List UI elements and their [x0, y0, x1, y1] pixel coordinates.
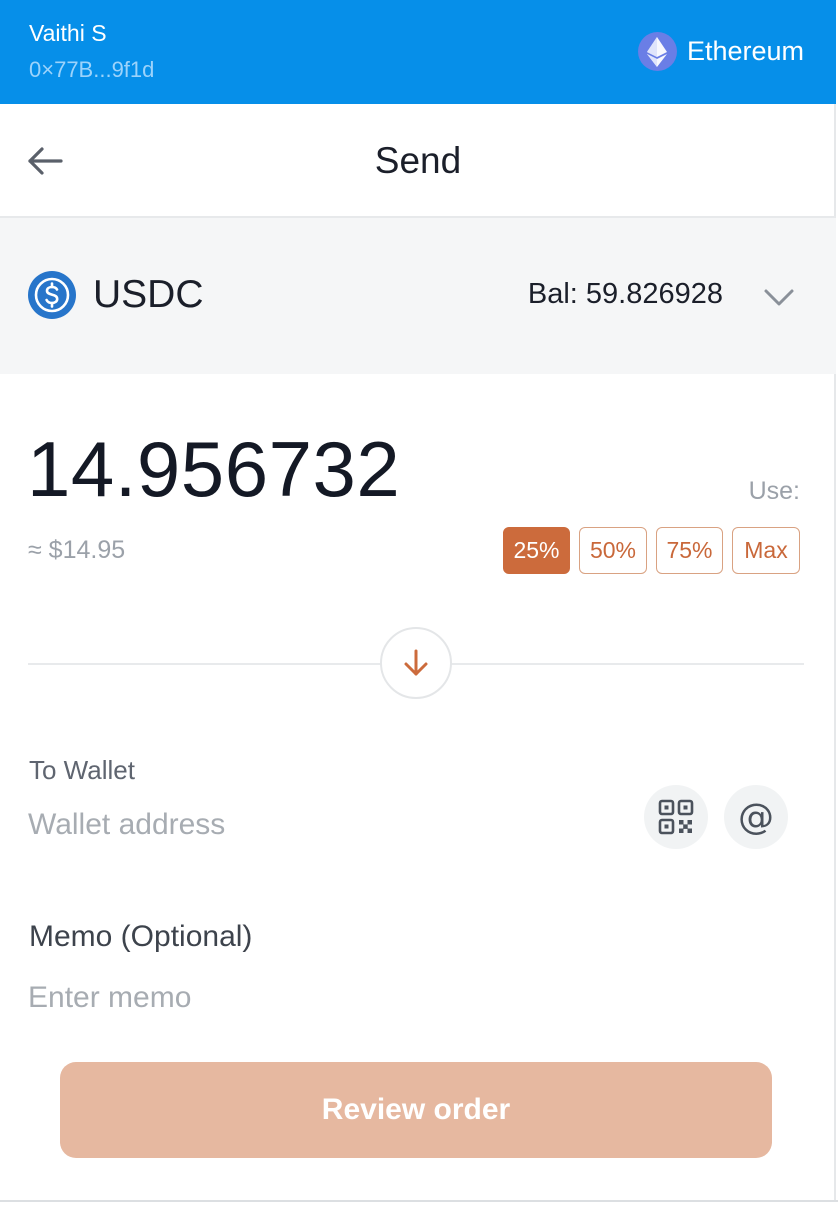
to-wallet-label: To Wallet [29, 755, 135, 785]
send-screen: Vaithi S 0×77B...9f1d Ethereum Send USDC… [0, 0, 836, 1202]
memo-label: Memo (Optional) [29, 920, 253, 953]
contacts-button[interactable]: @ [724, 785, 788, 849]
token-balance: Bal: 59.826928 [527, 278, 723, 310]
bottom-border [0, 1200, 838, 1208]
preset-25-button[interactable]: 25% [503, 527, 570, 574]
preset-max-button[interactable]: Max [732, 527, 800, 574]
fiat-estimate: ≈ $14.95 [28, 536, 126, 564]
amount-presets: 25% 50% 75% Max [503, 527, 800, 574]
wallet-address[interactable]: 0×77B...9f1d [29, 57, 154, 83]
ethereum-icon [637, 32, 677, 71]
arrow-down-icon [404, 649, 428, 676]
title-bar: Send [0, 104, 836, 218]
at-sign-icon: @ [738, 796, 774, 838]
wallet-address-input[interactable] [28, 802, 628, 848]
use-label: Use: [748, 477, 800, 505]
network-name: Ethereum [686, 36, 804, 66]
usdc-icon [28, 271, 76, 319]
token-symbol: USDC [93, 273, 204, 316]
user-name: Vaithi S [29, 20, 107, 46]
chevron-down-icon [764, 289, 794, 306]
scan-qr-button[interactable] [644, 785, 708, 849]
qr-code-icon [658, 799, 694, 835]
direction-button[interactable] [380, 627, 452, 699]
preset-50-button[interactable]: 50% [579, 527, 647, 574]
network-selector[interactable]: Ethereum [637, 32, 804, 71]
account-header: Vaithi S 0×77B...9f1d Ethereum [0, 0, 836, 104]
review-order-button[interactable]: Review order [60, 1062, 772, 1158]
preset-75-button[interactable]: 75% [656, 527, 723, 574]
token-selector[interactable]: USDC Bal: 59.826928 [0, 218, 836, 374]
amount-value[interactable]: 14.956732 [27, 424, 400, 515]
memo-input[interactable] [28, 975, 798, 1021]
page-title: Send [374, 140, 462, 181]
